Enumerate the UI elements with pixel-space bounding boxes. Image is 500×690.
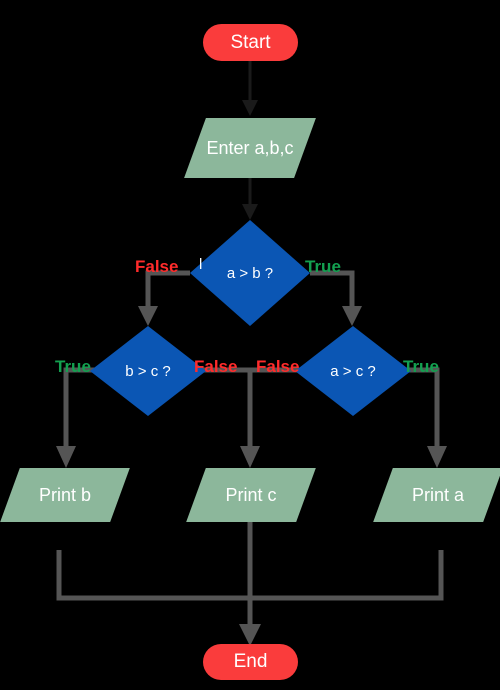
- node-print-b-label: Print b: [38, 484, 92, 505]
- node-print-a-label: Print a: [411, 484, 465, 505]
- node-decision-b-gt-c-label: b > c ?: [125, 362, 171, 380]
- node-decision-a-gt-c[interactable]: a > c ?: [295, 326, 411, 416]
- edge-label-ab-true: True: [305, 257, 341, 276]
- node-decision-b-gt-c[interactable]: b > c ?: [90, 326, 206, 416]
- edge-label-bc-true: True: [55, 357, 91, 376]
- edge-ab-false: [138, 270, 190, 326]
- node-print-c-label: Print c: [225, 484, 277, 505]
- connector-layer: [56, 61, 447, 646]
- edge-label-ac-false: False: [256, 357, 300, 376]
- node-end-label: End: [233, 651, 268, 672]
- node-print-c[interactable]: Print c: [186, 468, 316, 522]
- node-decision-a-gt-c-label: a > c ?: [330, 362, 376, 380]
- node-start[interactable]: Start: [203, 24, 298, 61]
- edge-label-ac-true: True: [403, 357, 439, 376]
- edge-label-ab-false: False: [135, 257, 179, 276]
- edge-ab-true: [310, 270, 362, 326]
- node-decision-a-gt-b[interactable]: a > b ?: [190, 220, 310, 326]
- node-print-a[interactable]: Print a: [373, 468, 500, 522]
- edge-start-to-input: [242, 61, 258, 116]
- flowchart-canvas: l Start Enter a,b,c a > b ? False True b…: [0, 0, 500, 690]
- node-input-label: Enter a,b,c: [206, 137, 294, 158]
- edge-input-to-decision-ab: [242, 178, 258, 220]
- edge-false-merge-to-print-c: [196, 367, 305, 468]
- edge-prints-to-end: [56, 522, 444, 646]
- node-print-b[interactable]: Print b: [0, 468, 130, 522]
- node-start-label: Start: [230, 31, 271, 53]
- node-input[interactable]: Enter a,b,c: [184, 118, 316, 178]
- node-decision-a-gt-b-label: a > b ?: [226, 264, 274, 282]
- node-end[interactable]: End: [203, 644, 298, 680]
- edge-label-bc-false: False: [194, 357, 238, 376]
